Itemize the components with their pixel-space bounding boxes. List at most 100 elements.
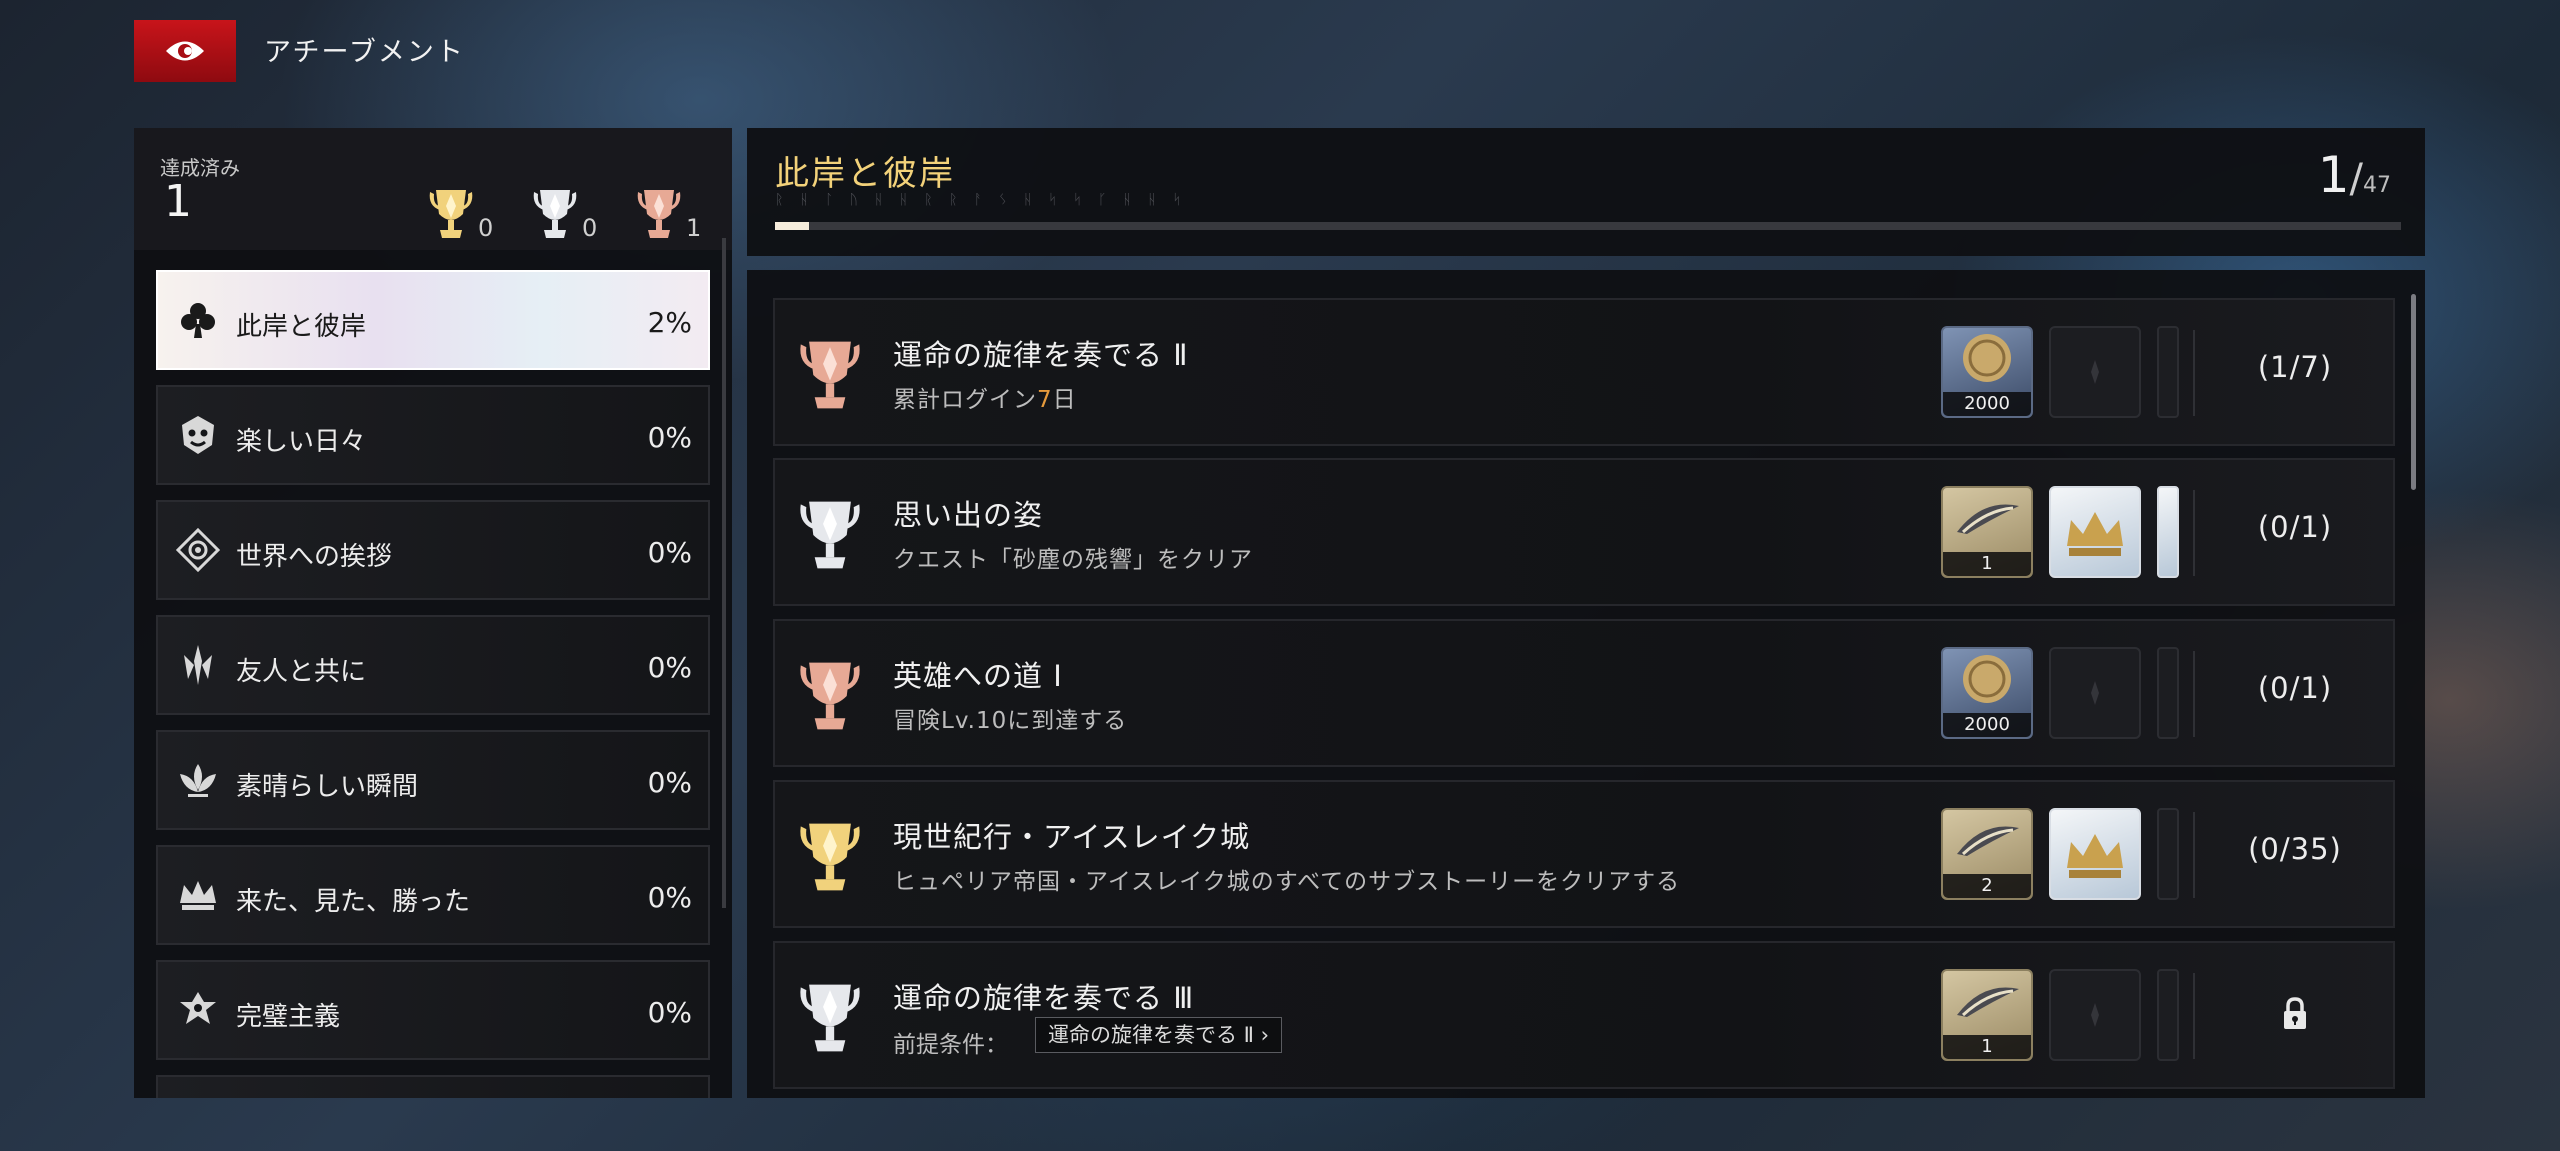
silver-trophy-count: 0 [530, 186, 597, 242]
reward-quill[interactable]: 1 [1941, 486, 2033, 578]
achievement-title: 現世紀行・アイスレイク城 [893, 820, 1251, 854]
reward-slot-partial [2157, 969, 2179, 1061]
reward-quantity: 2 [1943, 874, 2031, 898]
reward-slot-partial [2157, 647, 2179, 739]
bronze-trophy-count: 1 [634, 186, 701, 242]
category-label: 素晴らしい瞬間 [236, 772, 419, 802]
empty-slot-icon [2091, 1003, 2099, 1027]
quill-icon [1957, 826, 2019, 856]
reward-quill[interactable]: 2 [1941, 808, 2033, 900]
category-item-partial[interactable] [156, 1075, 710, 1098]
reward-quill[interactable]: 1 [1941, 969, 2033, 1061]
achievement-title: 運命の旋律を奏でる Ⅲ [893, 981, 1195, 1015]
completion-summary: 達成済み 1 0 0 1 [134, 128, 732, 250]
progress-total: 47 [2363, 173, 2391, 198]
achievement-description: 冒険Lv.10に到達する [893, 708, 1128, 734]
achievement-title: 運命の旋律を奏でる Ⅱ [893, 338, 1189, 372]
desc-highlight: 7 [1037, 387, 1053, 413]
silver-count: 0 [582, 214, 598, 242]
gold-count: 0 [478, 214, 494, 242]
reward-quantity: 1 [1943, 1035, 2031, 1059]
eye-logo-icon [166, 41, 204, 61]
achievement-list-scrollbar[interactable] [2411, 294, 2416, 490]
reward-slot-empty [2049, 647, 2141, 739]
category-percent: 2% [647, 306, 692, 339]
reward-quantity: 1 [1943, 552, 2031, 576]
category-subtitle-glyphs: ᚱ ᚺ ᛚ ᚢ ᚺ ᚺ ᚱ ᚱ ᚨ ᛊ ᚺ ᛋ ᛋ ᚴ ᚺ ᚺ ᛋ [775, 192, 1188, 208]
bronze-trophy-icon [800, 341, 860, 409]
empty-slot-icon [2091, 360, 2099, 384]
category-item-shigan[interactable]: 此岸と彼岸 2% [156, 270, 710, 370]
category-item-yujin[interactable]: 友人と共に 0% [156, 615, 710, 715]
silver-trophy-icon [800, 984, 860, 1052]
category-percent: 0% [647, 536, 692, 569]
empty-slot-icon [2091, 681, 2099, 705]
achievement-progress: (0/35) [2248, 832, 2342, 866]
achievement-row[interactable]: 英雄への道 Ⅰ 冒険Lv.10に到達する 2000 (0/1) [773, 619, 2395, 767]
quill-icon [1957, 504, 2019, 534]
category-item-sekai[interactable]: 世界への挨拶 0% [156, 500, 710, 600]
reward-coin[interactable]: 2000 [1941, 647, 2033, 739]
achievement-row[interactable]: 思い出の姿 クエスト「砂塵の残響」をクリア 1 (0/1) [773, 458, 2395, 606]
reward-quantity: 2000 [1943, 713, 2031, 737]
achievement-row[interactable]: 運命の旋律を奏でる Ⅱ 累計ログイン7日 2000 (1/7) [773, 298, 2395, 446]
category-percent: 0% [647, 881, 692, 914]
reward-crown[interactable] [2049, 808, 2141, 900]
category-percent: 0% [647, 996, 692, 1029]
blades-icon [184, 645, 212, 685]
category-percent: 0% [647, 766, 692, 799]
quill-icon [1957, 987, 2019, 1017]
achievement-row[interactable]: 運命の旋律を奏でる Ⅲ 前提条件： 運命の旋律を奏でる Ⅱ › 1 [773, 941, 2395, 1089]
desc-text: 累計ログイン [893, 387, 1037, 413]
category-progress-bar [775, 222, 2401, 230]
category-item-tanoshii[interactable]: 楽しい日々 0% [156, 385, 710, 485]
progress-bar-fill [775, 222, 809, 230]
coin-icon [1963, 655, 2011, 703]
crown-icon [180, 881, 216, 910]
page-title: アチーブメント [264, 37, 465, 68]
crown-icon [2067, 834, 2123, 878]
category-label: 友人と共に [236, 657, 367, 687]
emblem-icon [180, 992, 216, 1024]
divider [2193, 973, 2195, 1059]
category-progress-count: 1/47 [2317, 146, 2391, 204]
achievement-title: 英雄への道 Ⅰ [893, 659, 1063, 693]
category-label: 楽しい日々 [236, 427, 367, 457]
reward-slot-partial [2157, 486, 2179, 578]
prerequisite-link[interactable]: 運命の旋律を奏でる Ⅱ › [1035, 1017, 1283, 1053]
coin-icon [1963, 334, 2011, 382]
category-label: 来た、見た、勝った [236, 887, 471, 917]
reward-crown[interactable] [2049, 486, 2141, 578]
achievement-description: クエスト「砂塵の残響」をクリア [893, 547, 1253, 573]
achievement-progress: (0/1) [2257, 671, 2333, 705]
silver-trophy-icon [533, 190, 577, 238]
achievement-progress: (0/1) [2257, 510, 2333, 544]
app-logo[interactable] [134, 20, 236, 82]
achievement-list: 運命の旋律を奏でる Ⅱ 累計ログイン7日 2000 (1/7) 思い出の姿 クエ… [747, 270, 2425, 1098]
lock-icon [2284, 997, 2306, 1029]
mask-icon [182, 416, 214, 454]
category-item-kanpeki[interactable]: 完璧主義 0% [156, 960, 710, 1060]
achievement-row[interactable]: 現世紀行・アイスレイク城 ヒュペリア帝国・アイスレイク城のすべてのサブストーリー… [773, 780, 2395, 928]
category-label: 此岸と彼岸 [236, 312, 367, 342]
achievement-description: ヒュペリア帝国・アイスレイク城のすべてのサブストーリーをクリアする [893, 869, 1681, 895]
reward-coin[interactable]: 2000 [1941, 326, 2033, 418]
category-item-kita-mita-katta[interactable]: 来た、見た、勝った 0% [156, 845, 710, 945]
bronze-count: 1 [686, 214, 702, 242]
desc-text: 日 [1052, 387, 1077, 413]
reward-slot-partial [2157, 326, 2179, 418]
crown-icon [2067, 512, 2123, 556]
category-scrollbar[interactable] [722, 238, 726, 908]
compass-icon [176, 528, 220, 572]
category-detail-header: 此岸と彼岸 ᚱ ᚺ ᛚ ᚢ ᚺ ᚺ ᚱ ᚱ ᚨ ᛊ ᚺ ᛋ ᛋ ᚴ ᚺ ᚺ ᛋ … [747, 128, 2425, 256]
lotus-icon [180, 764, 216, 797]
category-panel: 達成済み 1 0 0 1 此岸と彼岸 2% 楽しい日々 0% 世界への挨拶 0%… [134, 128, 732, 1098]
reward-slot-empty [2049, 326, 2141, 418]
category-item-subarashii[interactable]: 素晴らしい瞬間 0% [156, 730, 710, 830]
category-label: 世界への挨拶 [236, 542, 393, 572]
bronze-trophy-icon [637, 190, 681, 238]
spade-icon [181, 303, 215, 338]
reward-slot-empty [2049, 969, 2141, 1061]
achievement-progress: (1/7) [2257, 350, 2333, 384]
prerequisite-label: 前提条件： [893, 1032, 1008, 1058]
